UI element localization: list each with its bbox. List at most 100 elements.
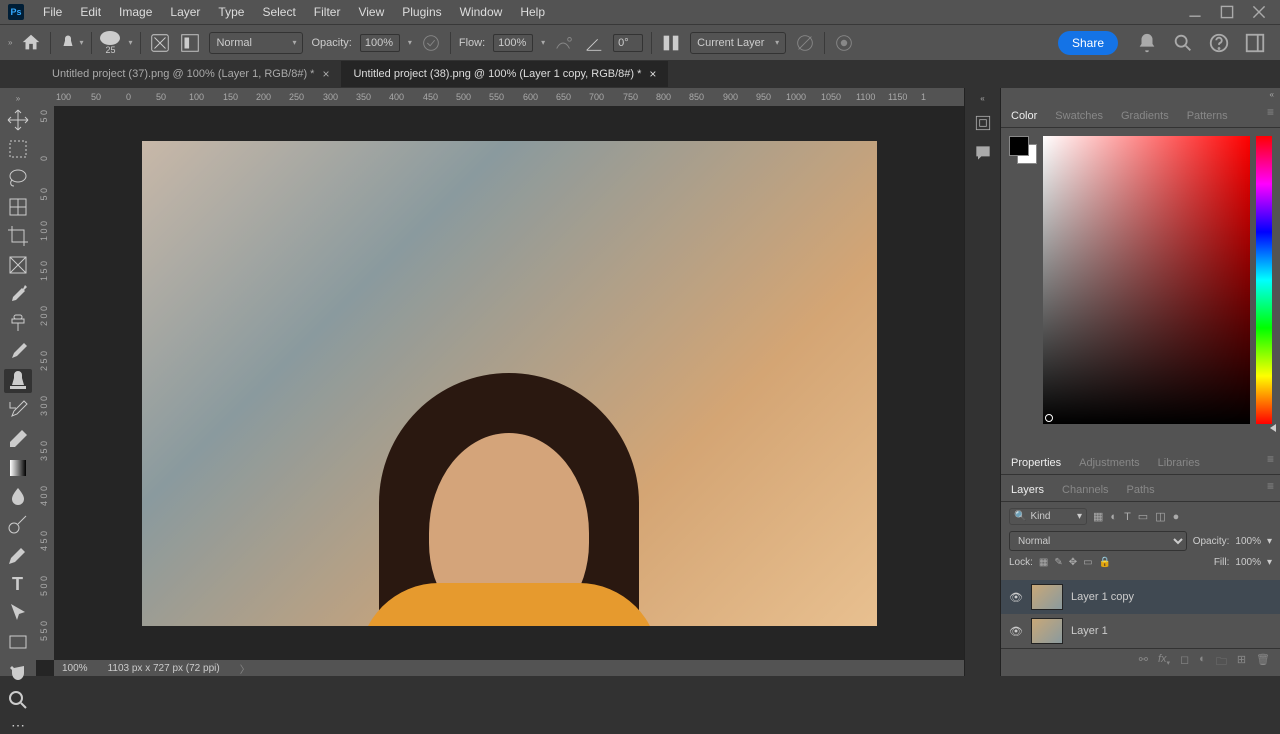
foreground-background-colors[interactable]: [1009, 136, 1037, 164]
brush-preset-picker[interactable]: 25: [100, 31, 120, 55]
tab-close-icon[interactable]: ×: [322, 67, 329, 81]
menu-layer[interactable]: Layer: [161, 5, 209, 19]
menu-filter[interactable]: Filter: [305, 5, 350, 19]
menu-image[interactable]: Image: [110, 5, 161, 19]
eyedropper-tool[interactable]: [4, 282, 32, 306]
menu-help[interactable]: Help: [511, 5, 554, 19]
flow-value[interactable]: 100%: [493, 34, 533, 52]
link-layers-icon[interactable]: ⚯: [1139, 653, 1148, 672]
angle-value[interactable]: 0°: [613, 34, 643, 52]
collapse-chevron-icon[interactable]: »: [16, 94, 20, 103]
help-icon[interactable]: [1208, 32, 1230, 54]
menu-plugins[interactable]: Plugins: [393, 5, 450, 19]
move-tool[interactable]: [4, 108, 32, 132]
maximize-icon[interactable]: [1220, 5, 1234, 19]
crop-tool[interactable]: [4, 224, 32, 248]
comments-panel-icon[interactable]: [971, 143, 995, 163]
tab-libraries[interactable]: Libraries: [1154, 452, 1204, 474]
document-info[interactable]: 1103 px x 727 px (72 ppi): [108, 663, 220, 674]
visibility-icon[interactable]: 👁: [1009, 625, 1023, 638]
blend-mode-dropdown[interactable]: Normal▾: [209, 32, 303, 54]
layer-name[interactable]: Layer 1 copy: [1071, 591, 1134, 603]
expand-chevron-icon[interactable]: «: [980, 94, 984, 103]
lock-transparency-icon[interactable]: ▦: [1039, 557, 1048, 568]
layer-mask-icon[interactable]: ◻: [1180, 653, 1189, 672]
tab-adjustments[interactable]: Adjustments: [1075, 452, 1144, 474]
delete-layer-icon[interactable]: 🗑: [1256, 653, 1270, 672]
layer-style-icon[interactable]: fx▾: [1158, 653, 1170, 672]
lasso-tool[interactable]: [4, 166, 32, 190]
zoom-level[interactable]: 100%: [62, 663, 88, 674]
sample-dropdown[interactable]: Current Layer▾: [690, 32, 786, 54]
layer-opacity-value[interactable]: 100%: [1235, 536, 1261, 547]
layer-filter-search[interactable]: 🔍 Kind ▾: [1009, 508, 1087, 525]
menu-select[interactable]: Select: [253, 5, 304, 19]
dodge-tool[interactable]: [4, 514, 32, 538]
tab-channels[interactable]: Channels: [1058, 479, 1112, 501]
layer-row[interactable]: 👁 Layer 1 copy: [1001, 580, 1280, 614]
search-icon[interactable]: [1172, 32, 1194, 54]
layer-blend-mode[interactable]: Normal: [1009, 531, 1187, 551]
filter-adjustment-icon[interactable]: ◐: [1110, 511, 1117, 523]
color-field[interactable]: [1043, 136, 1250, 424]
edit-toolbar[interactable]: ⋯: [4, 717, 32, 734]
layer-thumbnail[interactable]: [1031, 618, 1063, 644]
lock-all-icon[interactable]: 🔒: [1099, 557, 1111, 568]
pressure-opacity-icon[interactable]: [420, 32, 442, 54]
filter-toggle-icon[interactable]: ●: [1173, 511, 1180, 523]
minimize-icon[interactable]: [1188, 5, 1202, 19]
pressure-size-icon[interactable]: [833, 32, 855, 54]
tab-color[interactable]: Color: [1007, 105, 1041, 127]
home-icon[interactable]: [20, 32, 42, 54]
pen-tool[interactable]: [4, 543, 32, 567]
document-tab[interactable]: Untitled project (38).png @ 100% (Layer …: [341, 61, 668, 87]
foreground-color[interactable]: [1009, 136, 1029, 156]
panel-menu-icon[interactable]: ≡: [1267, 452, 1274, 474]
notifications-icon[interactable]: [1136, 32, 1158, 54]
history-panel-icon[interactable]: [971, 113, 995, 133]
filter-pixel-icon[interactable]: ▦: [1093, 510, 1103, 523]
ignore-adjustment-icon[interactable]: [794, 32, 816, 54]
layer-name[interactable]: Layer 1: [1071, 625, 1108, 637]
document-tab[interactable]: Untitled project (37).png @ 100% (Layer …: [40, 61, 341, 87]
rectangle-tool[interactable]: [4, 630, 32, 654]
zoom-tool[interactable]: [4, 688, 32, 712]
filter-type-icon[interactable]: T: [1124, 511, 1131, 523]
gradient-tool[interactable]: [4, 456, 32, 480]
brush-settings-icon[interactable]: [149, 32, 171, 54]
share-button[interactable]: Share: [1058, 31, 1118, 55]
lock-image-icon[interactable]: ✎: [1054, 557, 1062, 568]
frame-tool[interactable]: [4, 253, 32, 277]
type-tool[interactable]: T: [4, 572, 32, 596]
layer-thumbnail[interactable]: [1031, 584, 1063, 610]
adjustment-layer-icon[interactable]: ◐: [1199, 653, 1206, 672]
workspace-icon[interactable]: [1244, 32, 1266, 54]
path-selection-tool[interactable]: [4, 601, 32, 625]
tab-patterns[interactable]: Patterns: [1183, 105, 1232, 127]
lock-position-icon[interactable]: ✥: [1069, 557, 1077, 568]
tab-gradients[interactable]: Gradients: [1117, 105, 1173, 127]
visibility-icon[interactable]: 👁: [1009, 591, 1023, 604]
lock-artboard-icon[interactable]: ▭: [1083, 557, 1092, 568]
expand-chevron-icon[interactable]: »: [8, 38, 12, 47]
new-layer-icon[interactable]: ⊞: [1237, 653, 1246, 672]
tab-swatches[interactable]: Swatches: [1051, 105, 1107, 127]
menu-view[interactable]: View: [349, 5, 393, 19]
tab-paths[interactable]: Paths: [1123, 479, 1159, 501]
blur-tool[interactable]: [4, 485, 32, 509]
eraser-tool[interactable]: [4, 427, 32, 451]
clone-stamp-tool[interactable]: [4, 369, 32, 393]
tab-close-icon[interactable]: ×: [649, 67, 656, 81]
menu-file[interactable]: File: [34, 5, 71, 19]
group-icon[interactable]: 🗀: [1216, 653, 1227, 672]
history-brush-tool[interactable]: [4, 398, 32, 422]
hue-slider[interactable]: [1256, 136, 1272, 424]
fill-value[interactable]: 100%: [1235, 557, 1261, 568]
menu-window[interactable]: Window: [451, 5, 512, 19]
aligned-icon[interactable]: [660, 32, 682, 54]
panel-menu-icon[interactable]: ≡: [1267, 105, 1274, 127]
opacity-value[interactable]: 100%: [360, 34, 400, 52]
layer-row[interactable]: 👁 Layer 1: [1001, 614, 1280, 648]
tab-layers[interactable]: Layers: [1007, 479, 1048, 501]
hand-tool[interactable]: [4, 659, 32, 683]
